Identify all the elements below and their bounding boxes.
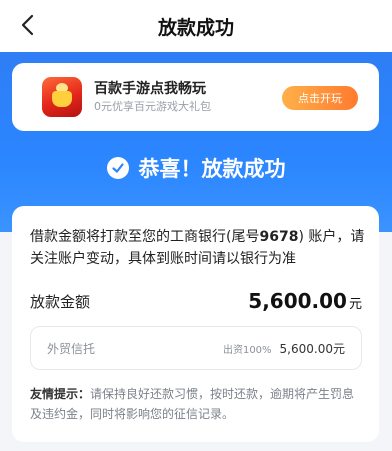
loan-detail-card: 借款金额将打款至您的工商银行(尾号9678) 账户，请关注账户变动，具体到账时间… <box>12 206 379 442</box>
amount-row: 放款金额 5,600.00 元 <box>30 288 362 314</box>
card-tail-number: 9678 <box>259 229 299 245</box>
amount-label: 放款金额 <box>30 292 91 311</box>
page-title: 放款成功 <box>157 16 234 39</box>
promo-banner[interactable]: 百款手游点我畅玩 0元优享百元游戏大礼包 点击开玩 <box>12 63 379 131</box>
chevron-left-icon <box>21 14 34 36</box>
tips-label: 友情提示： <box>30 387 91 401</box>
gift-game-icon <box>42 77 82 117</box>
disbursement-notice: 借款金额将打款至您的工商银行(尾号9678) 账户，请关注账户变动，具体到账时间… <box>30 226 370 270</box>
funding-source-box: 外贸信托 出资100% 5,600.00元 <box>30 326 362 370</box>
check-circle-icon <box>106 157 129 179</box>
fund-name: 外贸信托 <box>47 341 96 356</box>
promo-text: 百款手游点我畅玩 0元优享百元游戏大礼包 <box>94 79 211 115</box>
success-text: 恭喜！放款成功 <box>138 157 286 181</box>
amount-number: 5,600.00 <box>248 289 347 313</box>
amount-unit: 元 <box>348 297 362 312</box>
promo-subtitle: 0元优享百元游戏大礼包 <box>94 100 211 113</box>
fund-amount: 5,600.00元 <box>279 341 345 356</box>
header-bar: 放款成功 <box>0 0 392 52</box>
fund-ratio: 出资100% <box>222 344 272 356</box>
play-now-button[interactable]: 点击开玩 <box>282 86 358 110</box>
amount-value: 5,600.00 元 <box>248 289 362 313</box>
friendly-tips: 友情提示：请保持良好还款习惯，按时还款，逾期将产生罚息及违约金，同时将影响您的征… <box>30 384 366 424</box>
back-button[interactable] <box>12 10 42 40</box>
notice-text: 借款金额将打款至您的工商银行(尾号 <box>30 229 260 245</box>
promo-title: 百款手游点我畅玩 <box>94 81 206 97</box>
success-message: 恭喜！放款成功 <box>0 150 392 186</box>
fund-details: 出资100% 5,600.00元 <box>223 340 345 357</box>
